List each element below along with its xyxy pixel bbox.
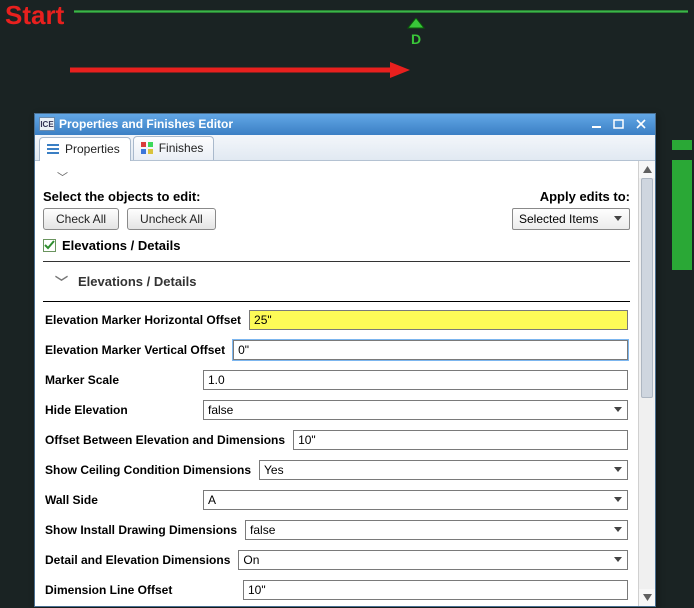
properties-icon bbox=[46, 142, 60, 156]
close-button[interactable] bbox=[631, 117, 651, 131]
chevron-down-icon bbox=[611, 407, 625, 413]
dropdown-wall-side[interactable]: A bbox=[203, 490, 628, 510]
scroll-up-button[interactable] bbox=[639, 161, 655, 178]
scrollbar-track[interactable] bbox=[639, 178, 655, 589]
dropdown-hide-elevation[interactable]: false bbox=[203, 400, 628, 420]
dialog-body: ﹀ Select the objects to edit: Apply edit… bbox=[35, 161, 638, 606]
maximize-button[interactable] bbox=[609, 117, 629, 131]
chevron-down-icon bbox=[611, 467, 625, 473]
tab-properties-label: Properties bbox=[65, 142, 120, 156]
tabs-bar: Properties Finishes bbox=[35, 135, 655, 161]
top-collapse-toggle[interactable]: ﹀ bbox=[43, 167, 630, 187]
divider bbox=[43, 301, 630, 302]
label-dim-line-offset: Dimension Line Offset bbox=[45, 583, 235, 597]
dropdown-hide-elevation-value: false bbox=[208, 403, 233, 417]
label-horizontal-offset: Elevation Marker Horizontal Offset bbox=[45, 313, 241, 327]
label-detail-elev-dim: Detail and Elevation Dimensions bbox=[45, 553, 230, 567]
label-vertical-offset: Elevation Marker Vertical Offset bbox=[45, 343, 225, 357]
scroll-down-button[interactable] bbox=[639, 589, 655, 606]
label-show-ceiling: Show Ceiling Condition Dimensions bbox=[45, 463, 251, 477]
divider bbox=[43, 261, 630, 262]
chevron-down-icon bbox=[611, 497, 625, 503]
input-marker-scale[interactable] bbox=[203, 370, 628, 390]
label-marker-scale: Marker Scale bbox=[45, 373, 195, 387]
tab-finishes[interactable]: Finishes bbox=[133, 136, 215, 160]
dialog-title: Properties and Finishes Editor bbox=[59, 117, 583, 131]
uncheck-all-button[interactable]: Uncheck All bbox=[127, 208, 216, 230]
svg-text:D: D bbox=[411, 31, 421, 47]
section-elevations-details-header[interactable]: ﹀ Elevations / Details bbox=[43, 268, 630, 295]
input-horizontal-offset[interactable] bbox=[249, 310, 628, 330]
section-title: Elevations / Details bbox=[78, 274, 197, 289]
dropdown-show-install-value: false bbox=[250, 523, 275, 537]
label-hide-elevation: Hide Elevation bbox=[45, 403, 195, 417]
input-dim-line-offset[interactable] bbox=[243, 580, 628, 600]
chevron-down-icon bbox=[611, 557, 625, 563]
scrollbar-thumb[interactable] bbox=[641, 178, 653, 398]
chevron-down-icon: ﹀ bbox=[57, 169, 68, 185]
input-offset-between[interactable] bbox=[293, 430, 628, 450]
select-objects-label: Select the objects to edit: bbox=[43, 189, 200, 204]
elevation-marker-d: D bbox=[406, 18, 426, 48]
dropdown-detail-elev-dim-value: On bbox=[243, 553, 259, 567]
cad-right-lines bbox=[672, 140, 694, 280]
chevron-down-icon bbox=[611, 527, 625, 533]
dropdown-show-install[interactable]: false bbox=[245, 520, 628, 540]
dropdown-show-ceiling-value: Yes bbox=[264, 463, 284, 477]
apply-edits-combo-value: Selected Items bbox=[519, 212, 598, 226]
label-wall-side: Wall Side bbox=[45, 493, 195, 507]
finishes-icon bbox=[140, 141, 154, 155]
dropdown-show-ceiling[interactable]: Yes bbox=[259, 460, 628, 480]
start-label: Start bbox=[5, 0, 64, 31]
label-offset-between: Offset Between Elevation and Dimensions bbox=[45, 433, 285, 447]
chevron-down-icon bbox=[611, 216, 625, 222]
label-show-install: Show Install Drawing Dimensions bbox=[45, 523, 237, 537]
apply-edits-combo[interactable]: Selected Items bbox=[512, 208, 630, 230]
properties-finishes-dialog: ICE Properties and Finishes Editor Prope… bbox=[34, 113, 656, 607]
cad-wall-line bbox=[74, 10, 688, 13]
dropdown-wall-side-value: A bbox=[208, 493, 216, 507]
dropdown-detail-elev-dim[interactable]: On bbox=[238, 550, 628, 570]
annotation-arrow bbox=[70, 60, 410, 80]
dialog-titlebar[interactable]: ICE Properties and Finishes Editor bbox=[35, 114, 655, 135]
minimize-button[interactable] bbox=[587, 117, 607, 131]
app-icon: ICE bbox=[39, 117, 55, 131]
tab-finishes-label: Finishes bbox=[159, 141, 204, 155]
elevations-details-checkbox[interactable] bbox=[43, 239, 56, 252]
chevron-down-icon: ﹀ bbox=[55, 272, 68, 291]
check-all-button[interactable]: Check All bbox=[43, 208, 119, 230]
input-vertical-offset[interactable] bbox=[233, 340, 628, 360]
vertical-scrollbar[interactable] bbox=[638, 161, 655, 606]
elevations-details-check-label: Elevations / Details bbox=[62, 238, 181, 253]
apply-edits-label: Apply edits to: bbox=[540, 189, 630, 204]
tab-properties[interactable]: Properties bbox=[39, 137, 131, 161]
